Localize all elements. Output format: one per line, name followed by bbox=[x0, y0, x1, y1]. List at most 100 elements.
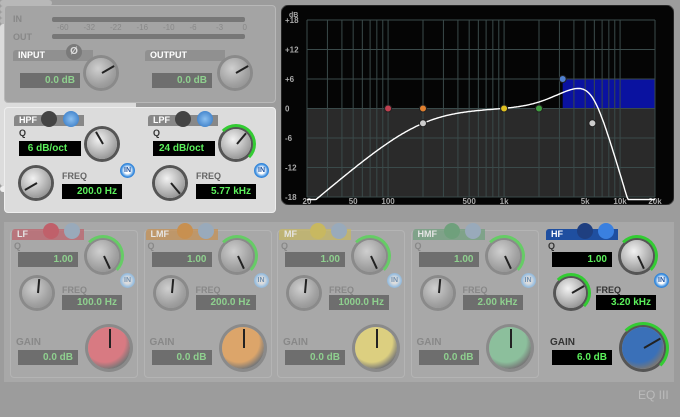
hmf-in-button[interactable]: IN bbox=[520, 273, 536, 288]
input-knob[interactable] bbox=[86, 58, 116, 88]
lmf-q-knob[interactable] bbox=[215, 235, 258, 277]
hmf-freq-value: 2.00 kHz bbox=[462, 295, 523, 310]
lpf-freq-label: FREQ bbox=[196, 171, 222, 181]
meter-scale-tick: -32 bbox=[83, 23, 96, 32]
knob-value-arc bbox=[216, 124, 256, 164]
lpf-slope-button[interactable] bbox=[197, 111, 213, 127]
lmf-in-button[interactable]: IN bbox=[253, 273, 269, 288]
x-tick-label: 50 bbox=[349, 197, 358, 205]
input-value: 0.0 dB bbox=[20, 73, 80, 88]
lf-shelf-shape-button[interactable] bbox=[64, 223, 80, 239]
y-tick-label: +12 bbox=[285, 46, 299, 55]
hmf-q-value: 1.00 bbox=[418, 252, 479, 267]
lmf-shelf-shape-button[interactable] bbox=[197, 223, 214, 239]
mf-bell-shape-button[interactable] bbox=[310, 223, 326, 239]
y-tick-label: -12 bbox=[285, 164, 297, 173]
lpf-q-knob[interactable] bbox=[216, 124, 256, 164]
y-tick-label: -6 bbox=[285, 134, 293, 143]
mf-freq-value: 1000.0 Hz bbox=[329, 295, 389, 310]
knob-pointer bbox=[170, 279, 174, 294]
hpf-q-knob[interactable] bbox=[87, 129, 117, 159]
lpf-in-button[interactable]: IN bbox=[254, 163, 269, 178]
hf-in-button[interactable]: IN bbox=[654, 273, 669, 288]
hmf-gain-knob[interactable] bbox=[488, 327, 531, 369]
eq-node-handle[interactable] bbox=[535, 104, 543, 113]
y-unit-label: dB bbox=[289, 12, 298, 19]
knob-pointer bbox=[376, 329, 378, 348]
hf-freq-knob[interactable] bbox=[551, 273, 591, 313]
hmf-q-label: Q bbox=[414, 241, 422, 251]
x-tick-label: 5k bbox=[581, 197, 590, 205]
hf-bell-shape-button[interactable] bbox=[577, 223, 593, 239]
lpf-freq-knob[interactable] bbox=[155, 168, 185, 198]
hpf-q-value: 6 dB/oct bbox=[19, 141, 81, 156]
lmf-bell-shape-button[interactable] bbox=[176, 223, 193, 239]
lmf-gain-label: GAIN bbox=[149, 337, 175, 348]
eq-node-handle[interactable] bbox=[500, 104, 509, 113]
knob-pointer bbox=[509, 329, 512, 348]
mf-freq-knob[interactable] bbox=[289, 278, 319, 308]
hf-gain-label: GAIN bbox=[550, 337, 575, 348]
out-meter-label: OUT bbox=[13, 32, 32, 42]
output-knob[interactable] bbox=[220, 58, 250, 88]
mf-q-value: 1.00 bbox=[285, 252, 345, 267]
lf-q-knob[interactable] bbox=[82, 235, 124, 277]
x-tick-label: 1k bbox=[500, 197, 509, 205]
meter-scale-tick: -22 bbox=[110, 23, 122, 32]
mf-gain-label: GAIN bbox=[283, 337, 308, 348]
lf-freq-label: FREQ bbox=[62, 285, 88, 295]
lmf-gain-knob[interactable] bbox=[221, 327, 264, 369]
mf-in-button[interactable]: IN bbox=[387, 273, 402, 288]
lf-bell-shape-button[interactable] bbox=[43, 223, 59, 239]
meter-scale-tick: -3 bbox=[216, 23, 224, 32]
hpf-slope-button[interactable] bbox=[63, 111, 79, 127]
knob-pointer bbox=[95, 131, 104, 145]
plugin-name: EQ III bbox=[638, 388, 669, 402]
output-label: OUTPUT bbox=[145, 50, 225, 61]
hmf-freq-knob[interactable] bbox=[422, 278, 453, 308]
hmf-shelf-shape-button[interactable] bbox=[464, 223, 481, 239]
x-tick-label: 20k bbox=[648, 197, 662, 205]
hf-gain-knob[interactable] bbox=[617, 322, 669, 374]
y-tick-label: 0 bbox=[285, 105, 290, 114]
eq-node-handle[interactable] bbox=[419, 119, 427, 128]
mf-gain-value: 0.0 dB bbox=[285, 350, 345, 365]
knob-pointer bbox=[304, 279, 308, 294]
hpf-notch-slope-button[interactable] bbox=[41, 111, 57, 127]
knob-value-arc bbox=[617, 322, 669, 374]
mf-freq-label: FREQ bbox=[329, 285, 355, 295]
eq-curve-graph[interactable]: +18+12+60-6-12-18dB20 50 100 500 1k 5k 10k 20k bbox=[281, 5, 674, 205]
mf-gain-knob[interactable] bbox=[355, 327, 397, 369]
lpf-notch-slope-button[interactable] bbox=[175, 111, 191, 127]
lf-gain-value: 0.0 dB bbox=[18, 350, 78, 365]
hpf-freq-value: 200.0 Hz bbox=[62, 184, 122, 199]
x-tick-label: 500 bbox=[462, 197, 476, 205]
hf-q-knob[interactable] bbox=[616, 235, 658, 277]
lmf-freq-knob[interactable] bbox=[155, 278, 186, 308]
hmf-gain-label: GAIN bbox=[416, 337, 442, 348]
hf-freq-label: FREQ bbox=[596, 285, 622, 295]
hf-shelf-shape-button[interactable] bbox=[598, 223, 614, 239]
lf-freq-knob[interactable] bbox=[22, 278, 52, 308]
hmf-gain-value: 0.0 dB bbox=[418, 350, 479, 365]
knob-pointer bbox=[109, 329, 111, 348]
hmf-q-knob[interactable] bbox=[482, 235, 525, 277]
eq-node-handle[interactable] bbox=[558, 75, 567, 83]
mf-shelf-shape-button[interactable] bbox=[331, 223, 347, 239]
hf-q-label: Q bbox=[548, 241, 556, 251]
x-tick-label: 100 bbox=[381, 197, 395, 205]
hpf-freq-knob[interactable] bbox=[21, 168, 51, 198]
hmf-bell-shape-button[interactable] bbox=[443, 223, 460, 239]
y-tick-label: +6 bbox=[285, 75, 295, 84]
eq-node-handle[interactable] bbox=[419, 104, 427, 113]
y-tick-label: -18 bbox=[285, 193, 297, 202]
lpf-q-value: 24 dB/oct bbox=[153, 141, 215, 156]
eq-node-handle[interactable] bbox=[588, 119, 597, 128]
out-meter bbox=[52, 34, 245, 39]
phase-invert-button[interactable]: Ø bbox=[66, 44, 82, 60]
hpf-in-button[interactable]: IN bbox=[120, 163, 135, 178]
lf-gain-knob[interactable] bbox=[88, 327, 130, 369]
eq-node-handle[interactable] bbox=[384, 104, 393, 113]
mf-q-knob[interactable] bbox=[349, 235, 391, 277]
lf-in-button[interactable]: IN bbox=[120, 273, 135, 288]
